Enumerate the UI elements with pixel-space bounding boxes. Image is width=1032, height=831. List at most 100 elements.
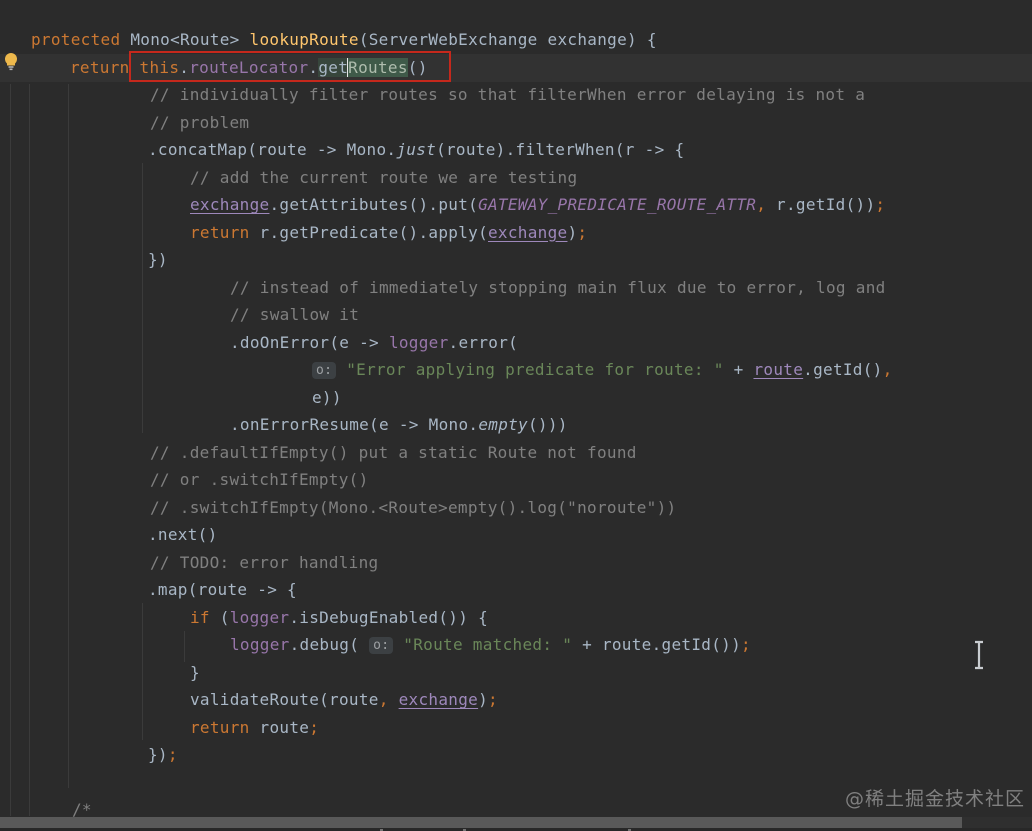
code-line[interactable]: .doOnError(e -> logger.error(: [0, 329, 1032, 357]
code-token: .isDebugEnabled()) {: [289, 607, 489, 627]
code-line[interactable]: o: "Error applying predicate for route: …: [0, 356, 1032, 384]
code-line[interactable]: // swallow it: [0, 301, 1032, 329]
code-line[interactable]: .next(): [0, 521, 1032, 549]
code-token: exchange: [398, 690, 479, 709]
code-token: r.getId()): [766, 195, 876, 214]
code-token: ;: [309, 717, 320, 737]
code-token: logger: [388, 332, 449, 352]
code-token: // individually filter routes so that fi…: [150, 85, 866, 104]
code-token: lookupRoute: [249, 30, 359, 49]
code-token: .doOnError(e ->: [230, 332, 389, 352]
code-line[interactable]: }): [0, 246, 1032, 274]
code-token: .onErrorResume(e -> Mono.: [230, 415, 479, 434]
ide-window: { "app": "intellij-idea-darcula-editor",…: [0, 0, 1032, 831]
code-token: }): [148, 745, 168, 764]
code-token: // instead of immediately stopping main …: [230, 277, 886, 297]
code-token: ;: [488, 690, 498, 709]
code-token: logger: [230, 635, 290, 654]
code-token: ;: [167, 745, 178, 764]
code-token: just: [396, 140, 437, 159]
code-line[interactable]: // .defaultIfEmpty() put a static Route …: [0, 439, 1032, 467]
mouse-cursor-ibeam: [971, 640, 987, 670]
code-token: route: [249, 717, 310, 737]
code-token: exchange: [190, 195, 270, 214]
code-token: ,: [882, 360, 893, 379]
code-token: + route.getId()): [572, 635, 741, 654]
code-line[interactable]: exchange.getAttributes().put(GATEWAY_PRE…: [0, 191, 1032, 219]
code-line[interactable]: e)): [0, 384, 1032, 412]
code-token: // add the current route we are testing: [190, 167, 578, 187]
code-token: (ServerWebExchange exchange) {: [358, 30, 657, 49]
code-line[interactable]: return route;: [0, 714, 1032, 742]
code-line[interactable]: logger.debug( o: "Route matched: " + rou…: [0, 631, 1032, 659]
code-line[interactable]: // instead of immediately stopping main …: [0, 274, 1032, 302]
code-token: // or .switchIfEmpty(): [150, 470, 369, 489]
code-token: // problem: [150, 112, 250, 132]
code-line[interactable]: return r.getPredicate().apply(exchange);: [0, 219, 1032, 247]
code-line[interactable]: // individually filter routes so that fi…: [0, 81, 1032, 109]
code-line[interactable]: // TODO: error handling: [0, 549, 1032, 577]
code-token: ,: [378, 690, 389, 709]
code-token: .map(route -> {: [148, 580, 297, 599]
code-token: (: [209, 607, 230, 627]
code-line[interactable]: validateRoute(route, exchange);: [0, 686, 1032, 714]
code-token: .debug(: [289, 635, 370, 654]
code-token: // .defaultIfEmpty() put a static Route …: [150, 442, 637, 462]
code-token: ,: [756, 195, 767, 214]
code-token: return: [190, 222, 250, 242]
code-token: +: [723, 360, 754, 379]
inlay-parameter-hint: o:: [369, 637, 394, 654]
inlay-parameter-hint: o:: [312, 362, 337, 379]
code-line[interactable]: });: [0, 741, 1032, 769]
code-token: (route).filterWhen(r -> {: [436, 140, 685, 159]
code-token: "Error applying predicate for route: ": [346, 360, 724, 379]
intention-bulb-icon[interactable]: [2, 52, 20, 71]
code-token: // swallow it: [230, 305, 360, 324]
code-lines: protected Mono<Route> lookupRoute(Server…: [0, 26, 1032, 824]
code-token: }): [148, 250, 168, 269]
code-token: protected: [31, 30, 121, 49]
code-token: Mono<Route>: [120, 30, 250, 49]
code-token: .error(: [448, 332, 519, 352]
watermark: @稀土掘金技术社区: [845, 788, 1026, 810]
code-token: r.getPredicate().apply(: [249, 222, 488, 242]
code-token: return: [70, 57, 130, 77]
code-token: e)): [312, 387, 342, 407]
code-token: // .switchIfEmpty(Mono.<Route>empty().lo…: [150, 497, 677, 517]
code-token: .concatMap(route -> Mono.: [148, 140, 397, 159]
code-token: validateRoute(route: [190, 690, 379, 709]
code-token: exchange: [488, 222, 568, 242]
code-line[interactable]: protected Mono<Route> lookupRoute(Server…: [0, 26, 1032, 54]
code-token: .getId(): [803, 360, 883, 379]
code-token: ;: [577, 222, 588, 242]
annotation-red-box: [129, 51, 451, 82]
code-line[interactable]: // problem: [0, 109, 1032, 137]
horizontal-scrollbar-thumb[interactable]: [0, 817, 962, 828]
code-token: // TODO: error handling: [150, 552, 379, 572]
code-line[interactable]: .concatMap(route -> Mono.just(route).fil…: [0, 136, 1032, 164]
code-token: route: [753, 360, 804, 379]
code-token: logger: [229, 607, 290, 627]
code-token: }: [190, 662, 200, 682]
code-line[interactable]: .map(route -> {: [0, 576, 1032, 604]
code-line[interactable]: // add the current route we are testing: [0, 164, 1032, 192]
code-token: ): [478, 690, 489, 709]
code-token: .next(): [148, 525, 218, 544]
code-line[interactable]: }: [0, 659, 1032, 687]
code-token: ): [567, 222, 578, 242]
code-line[interactable]: if (logger.isDebugEnabled()) {: [0, 604, 1032, 632]
code-editor[interactable]: protected Mono<Route> lookupRoute(Server…: [0, 0, 1032, 819]
code-token: GATEWAY_PREDICATE_ROUTE_ATTR: [478, 195, 757, 214]
code-token: if: [190, 607, 210, 627]
code-line[interactable]: // .switchIfEmpty(Mono.<Route>empty().lo…: [0, 494, 1032, 522]
code-token: .getAttributes().put(: [269, 195, 479, 214]
horizontal-scrollbar-track[interactable]: [0, 817, 1032, 828]
code-line[interactable]: // or .switchIfEmpty(): [0, 466, 1032, 494]
code-token: ;: [875, 195, 886, 214]
code-line[interactable]: .onErrorResume(e -> Mono.empty())): [0, 411, 1032, 439]
code-token: ;: [741, 635, 751, 654]
code-token: empty: [478, 415, 528, 434]
